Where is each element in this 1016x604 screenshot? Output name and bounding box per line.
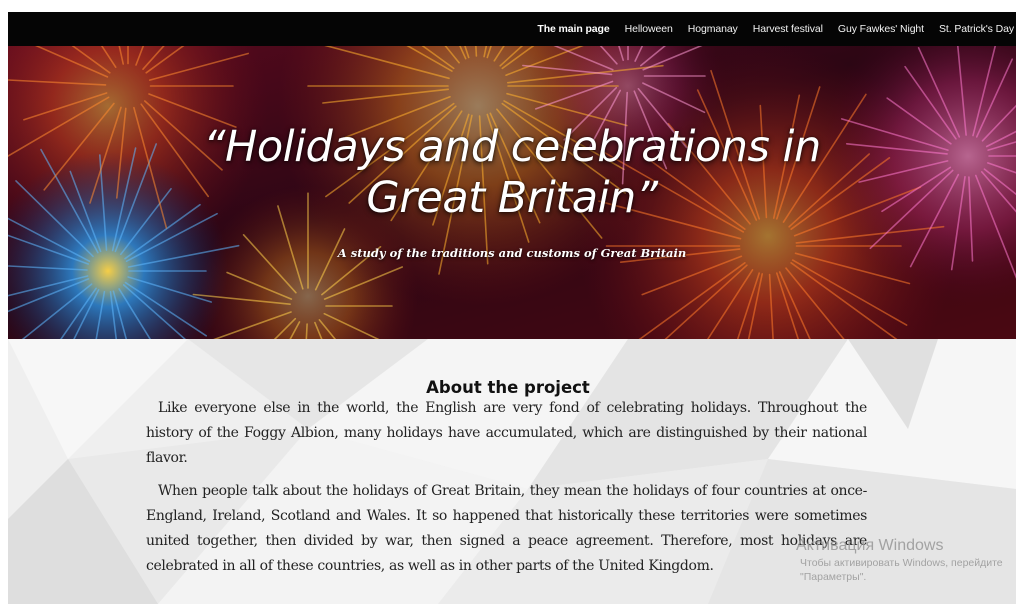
nav-item-helloween[interactable]: Helloween: [625, 23, 673, 35]
top-navigation: The main page Helloween Hogmanay Harvest…: [8, 12, 1016, 46]
hero-banner: “Holidays and celebrations in Great Brit…: [8, 46, 1016, 339]
about-paragraph-2: When people talk about the holidays of G…: [146, 483, 867, 574]
nav-item-st-patricks-day[interactable]: St. Patrick's Day: [939, 23, 1014, 35]
nav-item-harvest-festival[interactable]: Harvest festival: [753, 23, 823, 35]
about-body: Like everyone else in the world, the Eng…: [146, 396, 867, 587]
page: The main page Helloween Hogmanay Harvest…: [0, 0, 1016, 604]
about-heading: About the project: [426, 377, 590, 397]
hero-title: “Holidays and celebrations in Great Brit…: [8, 122, 1016, 224]
about-section: About the project Like everyone else in …: [8, 339, 1016, 604]
nav-item-main-page[interactable]: The main page: [537, 23, 609, 35]
hero-title-line-2: Great Britain”: [366, 173, 658, 223]
nav-item-guy-fawkes-night[interactable]: Guy Fawkes' Night: [838, 23, 924, 35]
about-paragraph-1: Like everyone else in the world, the Eng…: [146, 400, 867, 466]
hero-subtitle: A study of the traditions and customs of…: [337, 246, 687, 260]
hero-title-line-1: “Holidays and celebrations in: [203, 122, 821, 172]
nav-item-hogmanay[interactable]: Hogmanay: [688, 23, 738, 35]
